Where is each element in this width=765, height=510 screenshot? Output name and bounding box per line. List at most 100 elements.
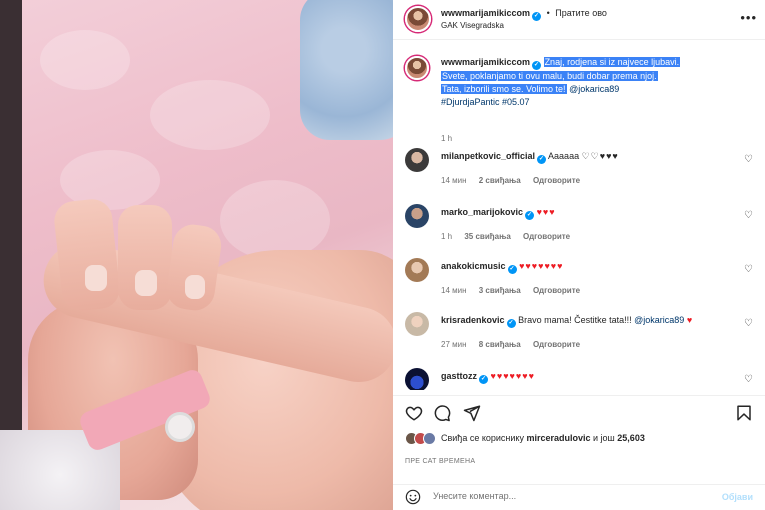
post-actions-bar [393,395,765,425]
location-link[interactable]: GAK Visegradska [441,21,504,30]
comment-hearts: ♥ [686,315,694,325]
comment-username[interactable]: gasttozz [441,371,477,381]
like-comment-heart-icon[interactable]: ♡ [744,318,753,329]
comment-hearts: ♥♥♥♥♥♥♥ [519,261,564,271]
comment-mention[interactable]: @jokarica89 [634,315,684,325]
comment-likes[interactable]: 2 свиђања [479,176,521,185]
comment-body: Aaaaaa [548,151,580,161]
post-header: wwwmarijamikiccom ✓ • Пратите ово GAK Vis… [393,0,765,40]
commenter-avatar[interactable] [405,312,429,336]
heart-icon[interactable] [405,404,423,422]
emoji-icon[interactable] [405,489,421,505]
fleece-texture [220,180,330,260]
caption-meta: 1 h [441,134,462,143]
reply-button[interactable]: Одговорите [523,232,570,241]
verified-icon: ✓ [532,61,542,70]
comment-meta: 1 h 35 свиђања Одговорите [441,232,580,241]
caption-time: 1 h [441,134,453,143]
verified-icon: ✓ [507,265,517,274]
caption-hashtags[interactable]: #DjurdjaPantic #05.07 [441,97,530,107]
liker-avatar [423,432,436,445]
caption-line-2: Svete, poklanjamo ti ovu malu, budi doba… [441,71,658,81]
more-options-button[interactable]: ••• [740,10,757,25]
like-comment-heart-icon[interactable]: ♡ [744,374,753,385]
post-photo[interactable] [0,0,393,510]
commenter-avatar[interactable] [405,148,429,172]
comment-row: krisradenkovic ✓ Bravo mama! Čestitke tat… [393,312,765,362]
comment-time: 1 h [441,232,453,241]
comment-text: marko_marijokovic ✓ ♥♥♥ [441,206,737,220]
commenter-avatar[interactable] [405,204,429,228]
comment-username[interactable]: anakokicmusic [441,261,506,271]
caption-row: wwwmarijamikiccom ✓ Znaj, rodjena si iz n… [393,54,765,144]
verified-icon: ✓ [537,155,547,164]
follow-button[interactable]: Пратите ово [555,8,607,18]
commenter-avatar[interactable] [405,368,429,390]
baby-nail [135,270,157,296]
comment-meta: 27 мин 8 свиђања Одговорите [441,340,590,349]
caption-text: wwwmarijamikiccom ✓ Znaj, rodjena si iz n… [441,56,745,109]
like-comment-heart-icon[interactable]: ♡ [744,264,753,275]
comment-meta: 14 мин 3 свиђања Одговорите [441,286,590,295]
comment-text: gasttozz ✓ ♥♥♥♥♥♥♥ [441,370,737,384]
comment-hearts: ♡♡♥♥♥ [581,151,619,161]
comment-row: anakokicmusic ✓ ♥♥♥♥♥♥♥ 14 мин 3 свиђања … [393,258,765,308]
reply-button[interactable]: Одговорите [533,286,580,295]
comment-input[interactable] [433,491,693,501]
add-comment-bar: Објави [393,484,765,510]
comment-username[interactable]: marko_marijokovic [441,207,523,217]
likes-text: Свиђа се кориснику mirceradulovic и још … [441,433,645,443]
baby-finger [52,197,122,313]
caption-line-1: Znaj, rodjena si iz najvece ljubavi. [543,57,681,67]
comment-likes[interactable]: 3 свиђања [479,286,521,295]
verified-icon: ✓ [506,319,516,328]
comment-text: milanpetkovic_official ✓ Aaaaaa ♡♡♥♥♥ [441,150,737,164]
likes-count[interactable]: 25,603 [617,433,645,443]
comment-likes[interactable]: 8 свиђања [479,340,521,349]
comment-row: marko_marijokovic ✓ ♥♥♥ 1 h 35 свиђања Од… [393,204,765,254]
reply-button[interactable]: Одговорите [533,176,580,185]
fleece-texture [150,80,270,150]
caption-line-3: Tata, izborili smo se. Volimo te! [441,84,567,94]
post-comment-button[interactable]: Објави [722,492,753,502]
comment-row: milanpetkovic_official ✓ Aaaaaa ♡♡♥♥♥ 14 … [393,148,765,198]
post-time-ago[interactable]: ПРЕ САТ ВРЕМЕНА [405,458,475,465]
comment-time: 14 мин [441,176,467,185]
caption-mention[interactable]: @jokarica89 [569,84,619,94]
reply-button[interactable]: Одговорите [533,340,580,349]
comment-row: gasttozz ✓ ♥♥♥♥♥♥♥ ♡ [393,368,765,390]
like-comment-heart-icon[interactable]: ♡ [744,210,753,221]
likes-prefix: Свиђа се кориснику [441,433,524,443]
likes-middle: и још [593,433,615,443]
share-icon[interactable] [463,404,481,422]
comment-username[interactable]: krisradenkovic [441,315,505,325]
verified-icon: ✓ [532,12,542,21]
fleece-texture [40,30,130,90]
wristband-clasp [165,412,195,442]
comment-icon[interactable] [433,404,451,422]
verified-icon: ✓ [479,375,488,384]
comment-body: Bravo mama! Čestitke tata!!! [518,315,632,325]
comment-time: 14 мин [441,286,467,295]
caption-username[interactable]: wwwmarijamikiccom [441,57,530,67]
comment-username[interactable]: milanpetkovic_official [441,151,535,161]
comment-text: krisradenkovic ✓ Bravo mama! Čestitke tat… [441,314,737,328]
comment-meta: 14 мин 2 свиђања Одговорите [441,176,590,185]
baby-nail [185,275,205,299]
commenter-avatar[interactable] [405,258,429,282]
comment-likes[interactable]: 35 свиђања [464,232,510,241]
bookmark-icon[interactable] [735,404,753,422]
author-username[interactable]: wwwmarijamikiccom [441,8,530,18]
comment-time: 27 мин [441,340,467,349]
comment-text: anakokicmusic ✓ ♥♥♥♥♥♥♥ [441,260,737,274]
comment-hearts: ♥♥♥ [536,207,556,217]
separator-dot: • [546,8,550,18]
caption-avatar[interactable] [405,56,429,80]
like-comment-heart-icon[interactable]: ♡ [744,154,753,165]
likes-user[interactable]: mirceradulovic [526,433,590,443]
baby-nail [85,265,107,291]
comments-list[interactable]: wwwmarijamikiccom ✓ Znaj, rodjena si iz n… [393,40,765,390]
author-avatar[interactable] [405,6,431,32]
comment-hearts: ♥♥♥♥♥♥♥ [490,371,535,381]
blue-blanket [300,0,393,140]
